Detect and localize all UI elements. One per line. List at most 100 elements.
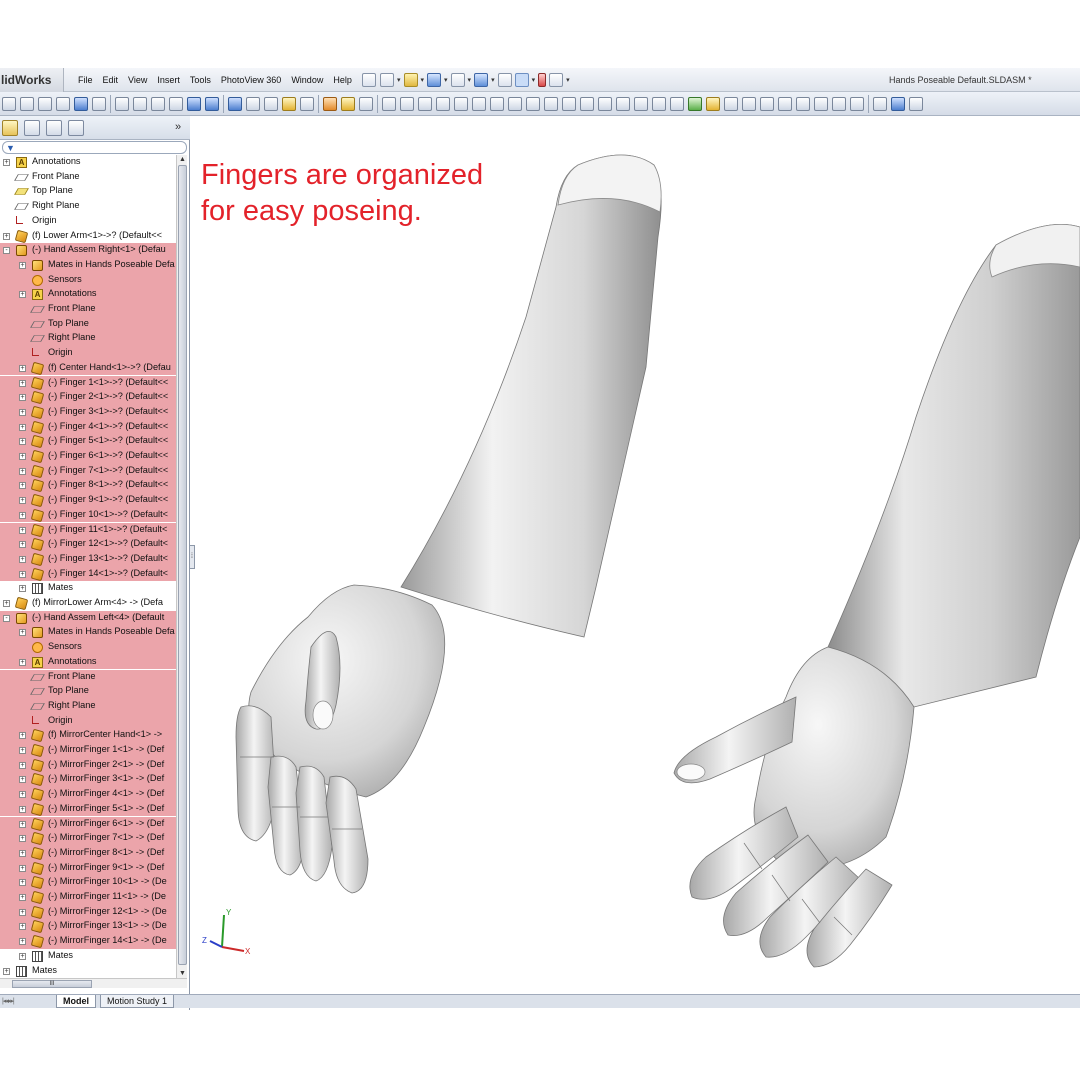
menu-view[interactable]: View bbox=[128, 75, 147, 85]
expand-node-icon[interactable]: + bbox=[19, 747, 26, 754]
menu-edit[interactable]: Edit bbox=[103, 75, 119, 85]
hidden-lines-visible-icon[interactable] bbox=[151, 96, 165, 111]
tree-row[interactable]: + (-) MirrorFinger 4<1> -> (Def bbox=[0, 787, 176, 802]
expand-node-icon[interactable]: + bbox=[19, 379, 26, 387]
expand-node-icon[interactable]: + bbox=[19, 658, 26, 666]
filter-icon[interactable]: ▼ bbox=[6, 142, 15, 154]
expand-node-icon[interactable]: + bbox=[19, 585, 26, 593]
tree-row[interactable]: + (-) Finger 14<1>->? (Default< bbox=[0, 566, 176, 582]
expand-node-icon[interactable]: + bbox=[19, 849, 26, 857]
curves-icon[interactable] bbox=[832, 96, 846, 111]
expand-node-icon[interactable]: + bbox=[19, 570, 26, 578]
graphics-area[interactable]: Fingers are organized for easy poseing. … bbox=[196, 117, 1080, 993]
tree-row[interactable]: Right Plane bbox=[0, 331, 176, 347]
tree-row[interactable]: + (-) Finger 12<1>->? (Default< bbox=[0, 537, 176, 552]
sketch-point-icon[interactable] bbox=[562, 96, 576, 111]
chevron-down-icon[interactable]: ▾ bbox=[566, 76, 570, 84]
tree-row[interactable]: + (-) MirrorFinger 12<1> -> (De bbox=[0, 904, 176, 920]
plane-icon[interactable] bbox=[724, 96, 738, 111]
smart-dimension-icon[interactable] bbox=[341, 96, 355, 111]
expand-node-icon[interactable]: + bbox=[19, 408, 26, 416]
display-manager-tab-icon[interactable] bbox=[68, 120, 84, 136]
coordinate-system-icon[interactable] bbox=[760, 96, 774, 111]
configuration-manager-tab-icon[interactable] bbox=[46, 120, 62, 136]
tree-row[interactable]: + Mates in Hands Poseable Defa bbox=[0, 625, 176, 641]
expand-node-icon[interactable]: + bbox=[3, 967, 10, 975]
smart-fasteners-icon[interactable] bbox=[850, 96, 864, 111]
tree-row[interactable]: + (-) MirrorFinger 9<1> -> (Def bbox=[0, 860, 176, 876]
wireframe-icon[interactable] bbox=[133, 96, 147, 111]
expand-node-icon[interactable]: + bbox=[19, 511, 26, 519]
tree-row[interactable]: Sensors bbox=[0, 640, 176, 655]
circle-icon[interactable] bbox=[418, 96, 432, 111]
pan-icon[interactable] bbox=[92, 96, 106, 111]
line-icon[interactable] bbox=[382, 96, 396, 111]
tree-row[interactable]: + Mates bbox=[0, 949, 176, 964]
chevron-down-icon[interactable]: ▾ bbox=[421, 76, 425, 84]
add-relation-icon[interactable] bbox=[688, 96, 702, 111]
undo-icon[interactable] bbox=[474, 73, 489, 87]
rotate-icon[interactable] bbox=[74, 96, 88, 111]
tree-horizontal-scrollbar[interactable]: III bbox=[0, 978, 187, 988]
expand-node-icon[interactable]: + bbox=[19, 261, 26, 269]
print-icon[interactable] bbox=[450, 73, 465, 87]
tab-motion-study[interactable]: Motion Study 1 bbox=[100, 995, 175, 1008]
tree-row[interactable]: + Mates in Hands Poseable Defa bbox=[0, 257, 176, 273]
expand-node-icon[interactable]: + bbox=[19, 438, 26, 446]
tree-row[interactable]: + (f) MirrorLower Arm<4> -> (Defa bbox=[0, 596, 176, 611]
tree-row[interactable]: Right Plane bbox=[0, 698, 176, 714]
sketch-icon[interactable] bbox=[323, 96, 337, 111]
expand-node-icon[interactable]: + bbox=[19, 629, 26, 637]
collapse-node-icon[interactable]: - bbox=[3, 247, 10, 255]
box-view-icon[interactable] bbox=[891, 96, 905, 111]
expand-node-icon[interactable]: + bbox=[19, 820, 26, 828]
tab-model[interactable]: Model bbox=[56, 995, 96, 1008]
tree-row[interactable]: Top Plane bbox=[0, 316, 176, 332]
expand-node-icon[interactable]: + bbox=[19, 394, 26, 402]
feature-manager-tab-icon[interactable] bbox=[2, 120, 18, 136]
chevron-down-icon[interactable]: ▾ bbox=[491, 76, 495, 84]
mate-reference-icon[interactable] bbox=[796, 96, 810, 111]
grid-icon[interactable] bbox=[814, 96, 828, 111]
hand-models-viewport[interactable] bbox=[196, 117, 1080, 993]
tree-row[interactable]: + (-) Finger 5<1>->? (Default<< bbox=[0, 434, 176, 449]
convert-entities-icon[interactable] bbox=[670, 96, 684, 111]
collapse-node-icon[interactable]: - bbox=[3, 614, 10, 622]
expand-node-icon[interactable]: + bbox=[19, 761, 26, 769]
tangent-arc-icon[interactable] bbox=[490, 96, 504, 111]
scrollbar-thumb[interactable] bbox=[178, 165, 187, 965]
point-icon[interactable] bbox=[778, 96, 792, 111]
list-icon[interactable] bbox=[497, 73, 512, 87]
menu-file[interactable]: File bbox=[78, 75, 93, 85]
open-folder-icon[interactable] bbox=[403, 73, 418, 87]
options-icon[interactable] bbox=[549, 73, 564, 87]
expand-node-icon[interactable]: + bbox=[3, 600, 10, 607]
pin-icon[interactable] bbox=[361, 73, 376, 87]
zoom-fit-icon[interactable] bbox=[2, 96, 16, 111]
tree-row[interactable]: + (f) Center Hand<1>->? (Defau bbox=[0, 360, 176, 376]
menu-tools[interactable]: Tools bbox=[190, 75, 211, 85]
sketch-fillet-icon[interactable] bbox=[580, 96, 594, 111]
tree-row[interactable]: + (-) Finger 1<1>->? (Default<< bbox=[0, 375, 176, 391]
menu-insert[interactable]: Insert bbox=[157, 75, 180, 85]
rectangle-icon[interactable] bbox=[400, 96, 414, 111]
tree-row[interactable]: + (-) Finger 10<1>->? (Default< bbox=[0, 507, 176, 523]
tree-row[interactable]: + (-) MirrorFinger 7<1> -> (Def bbox=[0, 831, 176, 846]
tree-row[interactable]: + (-) Finger 6<1>->? (Default<< bbox=[0, 449, 176, 464]
zoom-selection-icon[interactable] bbox=[56, 96, 70, 111]
three-point-arc-icon[interactable] bbox=[508, 96, 522, 111]
tree-row[interactable]: + A Annotations bbox=[0, 155, 176, 170]
expand-node-icon[interactable]: + bbox=[19, 835, 26, 843]
centerline-icon[interactable] bbox=[526, 96, 540, 111]
expand-node-icon[interactable]: + bbox=[19, 423, 26, 431]
tree-row[interactable]: + (-) MirrorFinger 3<1> -> (Def bbox=[0, 772, 176, 788]
tree-row[interactable]: + (-) Finger 9<1>->? (Default<< bbox=[0, 493, 176, 508]
tree-row[interactable]: Front Plane bbox=[0, 302, 176, 317]
tree-row[interactable]: + (-) Finger 11<1>->? (Default< bbox=[0, 522, 176, 538]
tree-row[interactable]: + (-) MirrorFinger 8<1> -> (Def bbox=[0, 845, 176, 861]
scene-icon[interactable] bbox=[300, 96, 314, 111]
mirror-entities-icon[interactable] bbox=[634, 96, 648, 111]
polygon-icon[interactable] bbox=[454, 96, 468, 111]
expand-node-icon[interactable]: + bbox=[19, 497, 26, 505]
reference-geometry-icon[interactable] bbox=[706, 96, 720, 111]
